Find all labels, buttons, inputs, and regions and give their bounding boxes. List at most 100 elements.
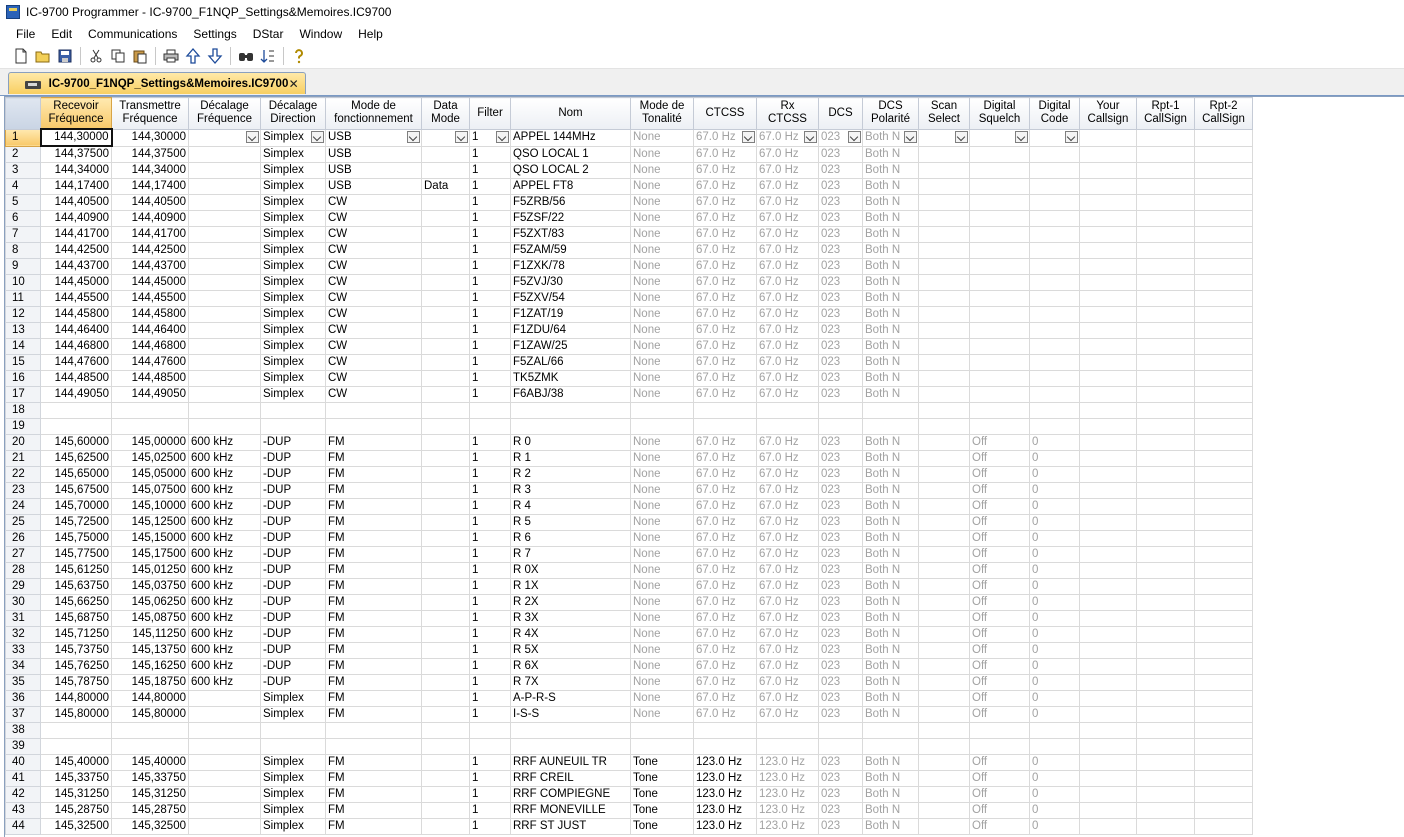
cell-rx-ctcss[interactable]: 67.0 Hz (756, 145, 819, 163)
cell-mode-de-fonctionnement[interactable]: USB (325, 145, 422, 163)
cell-mode-de-fonctionnement[interactable]: CW (325, 290, 422, 307)
cell-your-callsign[interactable] (1079, 674, 1137, 691)
cell-dcs-polarite[interactable]: Both N (862, 242, 919, 259)
cell-recevoir-frequence[interactable] (40, 738, 112, 755)
cell-recevoir-frequence[interactable]: 145,80000 (40, 706, 112, 723)
cell-your-callsign[interactable] (1079, 210, 1137, 227)
cell-decalage-direction[interactable]: Simplex (260, 770, 326, 787)
cell-rpt-1-callsign[interactable] (1136, 274, 1195, 291)
cell-data-mode[interactable] (421, 386, 470, 403)
row-header[interactable]: 12 (5, 306, 41, 323)
cell-scan-select[interactable] (918, 274, 970, 291)
cell-rx-ctcss[interactable]: 67.0 Hz (756, 370, 819, 387)
row-header[interactable]: 15 (5, 354, 41, 371)
cell-data-mode[interactable] (421, 642, 470, 659)
cell-decalage-frequence[interactable] (188, 690, 261, 707)
cell-rx-ctcss[interactable]: 67.0 Hz (756, 338, 819, 355)
cell-transmettre-frequence[interactable]: 145,16250 (111, 658, 189, 675)
cell-decalage-frequence[interactable]: 600 kHz (188, 450, 261, 467)
cell-rpt-2-callsign[interactable] (1194, 738, 1253, 755)
cell-dcs-polarite[interactable]: Both N (862, 530, 919, 547)
cell-recevoir-frequence[interactable]: 145,33750 (40, 770, 112, 787)
cell-decalage-direction[interactable]: Simplex (260, 306, 326, 323)
cell-decalage-direction[interactable]: Simplex (260, 274, 326, 291)
cell-your-callsign[interactable] (1079, 626, 1137, 643)
cell-nom[interactable]: RRF ST JUST (510, 818, 631, 835)
row-header[interactable]: 22 (5, 466, 41, 483)
cell-digital-squelch[interactable] (969, 386, 1030, 403)
chevron-down-icon[interactable] (1015, 130, 1028, 143)
cell-data-mode[interactable] (421, 722, 470, 739)
cell-dcs[interactable]: 023 (818, 322, 863, 339)
cell-filter[interactable]: 1 (469, 258, 511, 275)
column-header-data-mode[interactable]: Data Mode (421, 97, 470, 130)
row-header[interactable]: 2 (5, 145, 41, 163)
cell-rpt-2-callsign[interactable] (1194, 514, 1253, 531)
cell-ctcss[interactable]: 67.0 Hz (693, 226, 757, 243)
cell-scan-select[interactable] (918, 450, 970, 467)
cell-rpt-1-callsign[interactable] (1136, 610, 1195, 627)
cell-dcs-polarite[interactable] (862, 402, 919, 419)
cell-nom[interactable]: R 6 (510, 530, 631, 547)
cell-dcs-polarite[interactable]: Both N (862, 322, 919, 339)
cell-digital-squelch[interactable] (969, 402, 1030, 419)
cell-nom[interactable]: TK5ZMK (510, 370, 631, 387)
cell-digital-squelch[interactable] (969, 370, 1030, 387)
cell-decalage-frequence[interactable]: 600 kHz (188, 530, 261, 547)
cell-scan-select[interactable] (918, 370, 970, 387)
cell-rx-ctcss[interactable]: 67.0 Hz (756, 498, 819, 515)
cell-dcs-polarite[interactable]: Both N (862, 370, 919, 387)
cell-digital-code[interactable] (1029, 722, 1080, 739)
cell-decalage-direction[interactable]: Simplex (260, 690, 326, 707)
cell-nom[interactable]: QSO LOCAL 2 (510, 162, 631, 179)
cell-nom[interactable]: R 0X (510, 562, 631, 579)
cell-data-mode[interactable] (421, 322, 470, 339)
cell-transmettre-frequence[interactable]: 144,40500 (111, 194, 189, 211)
cell-rpt-1-callsign[interactable] (1136, 210, 1195, 227)
cell-mode-de-tonalite[interactable]: None (630, 562, 694, 579)
row-header[interactable]: 39 (5, 738, 41, 755)
cell-digital-squelch[interactable] (969, 290, 1030, 307)
cell-decalage-direction[interactable]: -DUP (260, 466, 326, 483)
cell-mode-de-tonalite[interactable]: None (630, 242, 694, 259)
chevron-down-icon[interactable] (955, 130, 968, 143)
cell-rpt-2-callsign[interactable] (1194, 210, 1253, 227)
cell-decalage-frequence[interactable]: 600 kHz (188, 594, 261, 611)
cell-mode-de-tonalite[interactable]: None (630, 370, 694, 387)
cell-recevoir-frequence[interactable]: 145,61250 (40, 562, 112, 579)
cell-mode-de-fonctionnement[interactable]: CW (325, 226, 422, 243)
cell-digital-squelch[interactable] (969, 274, 1030, 291)
cell-recevoir-frequence[interactable]: 144,37500 (40, 145, 112, 163)
cell-rpt-1-callsign[interactable] (1136, 562, 1195, 579)
cell-ctcss[interactable] (693, 418, 757, 435)
cell-nom[interactable]: F6ABJ/38 (510, 386, 631, 403)
cell-decalage-frequence[interactable]: 600 kHz (188, 434, 261, 451)
cell-digital-code[interactable] (1029, 145, 1080, 163)
cell-nom[interactable]: F1ZAW/25 (510, 338, 631, 355)
cell-data-mode[interactable] (421, 162, 470, 179)
cell-digital-squelch[interactable] (969, 226, 1030, 243)
cell-data-mode[interactable] (421, 690, 470, 707)
cell-digital-code[interactable]: 0 (1029, 482, 1080, 499)
column-header-mode-de-fonctionnement[interactable]: Mode de fonctionnement (325, 97, 422, 130)
cell-rpt-2-callsign[interactable] (1194, 258, 1253, 275)
cell-mode-de-fonctionnement[interactable] (325, 738, 422, 755)
cell-rpt-2-callsign[interactable] (1194, 386, 1253, 403)
move-up-icon[interactable] (182, 45, 204, 67)
cell-your-callsign[interactable] (1079, 706, 1137, 723)
cell-nom[interactable]: R 3 (510, 482, 631, 499)
cell-digital-squelch[interactable] (969, 738, 1030, 755)
cell-decalage-frequence[interactable] (188, 128, 261, 147)
column-header-decalage-frequence[interactable]: Décalage Fréquence (188, 97, 261, 130)
cell-mode-de-tonalite[interactable]: None (630, 338, 694, 355)
cell-filter[interactable]: 1 (469, 450, 511, 467)
cell-nom[interactable]: R 5X (510, 642, 631, 659)
cell-decalage-direction[interactable]: Simplex (260, 386, 326, 403)
cell-dcs[interactable]: 023 (818, 242, 863, 259)
cell-rpt-2-callsign[interactable] (1194, 274, 1253, 291)
menu-communications[interactable]: Communications (80, 24, 185, 44)
cell-filter[interactable]: 1 (469, 210, 511, 227)
cell-scan-select[interactable] (918, 754, 970, 771)
column-header-dcs-polarite[interactable]: DCS Polarité (862, 97, 919, 130)
cell-your-callsign[interactable] (1079, 386, 1137, 403)
